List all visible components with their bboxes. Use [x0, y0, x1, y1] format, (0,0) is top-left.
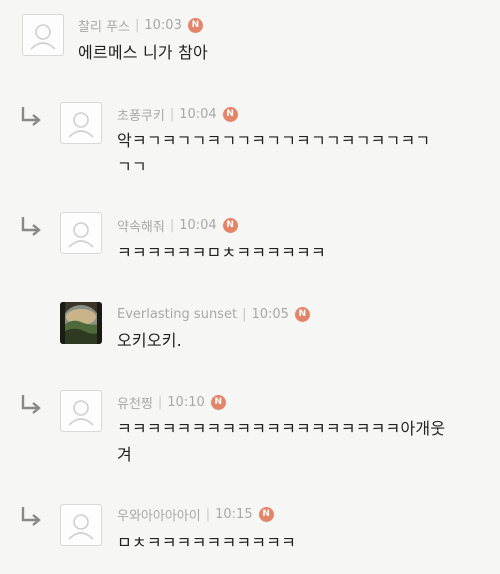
new-badge: N — [294, 306, 310, 322]
default-avatar-icon[interactable] — [60, 212, 102, 254]
comment-text: ㅁㅊㅋㅋㅋㅋㅋㅋㅋㅋㅋㅋ — [117, 533, 297, 552]
timestamp: 10:10 — [167, 394, 205, 410]
comment-meta: Everlasting sunset | 10:05 N — [117, 304, 310, 324]
comment-2: 초퐁쿠키 | 10:04 N 악ㅋㄱㅋㄱㄱㅋㄱㄱㅋㄱㄱㅋㄱㄱㅋㄱㅋㄱㅋㄱ ㄱㄱ — [0, 84, 500, 193]
comment-text-line: 악ㅋㄱㅋㄱㄱㅋㄱㄱㅋㄱㄱㅋㄱㄱㅋㄱㅋㄱㅋㄱ — [117, 131, 431, 150]
comment-text: 악ㅋㄱㅋㄱㄱㅋㄱㄱㅋㄱㄱㅋㄱㄱㅋㄱㅋㄱㅋㄱ ㄱㄱ — [117, 128, 492, 180]
author-name[interactable]: 초퐁쿠키 — [117, 105, 165, 124]
comment-meta: 약속해줘 | 10:04 N — [117, 215, 238, 235]
comment-meta: 유천찡 | 10:10 N — [117, 392, 226, 412]
comment-text-line: ㄱㄱ — [117, 157, 147, 176]
timestamp: 10:15 — [215, 506, 253, 522]
comment-5: 유천찡 | 10:10 N ㅋㅋㅋㅋㅋㅋㅋㅋㅋㅋㅋㅋㅋㅋㅋㅋㅋㅋㅋ아개웃 겨 — [0, 376, 500, 487]
author-name[interactable]: Everlasting sunset — [117, 307, 237, 322]
reply-arrow-icon — [21, 217, 41, 236]
author-name[interactable]: 찰리 푸스 — [78, 16, 130, 35]
new-badge: N — [187, 17, 203, 33]
comment-meta: 찰리 푸스 | 10:03 N — [78, 15, 203, 35]
timestamp: 10:04 — [179, 217, 217, 233]
comment-meta: 우와아아아아이 | 10:15 N — [117, 504, 274, 524]
reply-arrow-icon — [21, 507, 41, 526]
timestamp: 10:05 — [251, 306, 289, 322]
reply-arrow-icon — [21, 395, 41, 414]
author-name[interactable]: 유천찡 — [117, 393, 153, 412]
default-avatar-icon[interactable] — [60, 390, 102, 432]
timestamp: 10:03 — [144, 17, 182, 33]
comment-6: 우와아아아아이 | 10:15 N ㅁㅊㅋㅋㅋㅋㅋㅋㅋㅋㅋㅋ — [0, 486, 500, 574]
timestamp: 10:04 — [179, 106, 217, 122]
comment-text: ㅋㅋㅋㅋㅋㅋㅁㅊㅋㅋㅋㅋㅋㅋ — [117, 243, 326, 262]
author-name[interactable]: 약속해줘 — [117, 216, 165, 235]
default-avatar-icon[interactable] — [60, 504, 102, 546]
author-name[interactable]: 우와아아아아이 — [117, 505, 201, 524]
reply-arrow-icon — [21, 107, 41, 126]
new-badge: N — [258, 506, 274, 522]
comment-text-line: 겨 — [117, 445, 132, 464]
comment-text-line: ㅋㅋㅋㅋㅋㅋㅋㅋㅋㅋㅋㅋㅋㅋㅋㅋㅋㅋㅋ아개웃 — [117, 419, 446, 438]
new-badge: N — [222, 217, 238, 233]
comment-3: 약속해줘 | 10:04 N ㅋㅋㅋㅋㅋㅋㅁㅊㅋㅋㅋㅋㅋㅋ — [0, 192, 500, 285]
comment-text: 오키오키. — [117, 331, 182, 350]
default-avatar-icon[interactable] — [22, 14, 64, 56]
comment-text: ㅋㅋㅋㅋㅋㅋㅋㅋㅋㅋㅋㅋㅋㅋㅋㅋㅋㅋㅋ아개웃 겨 — [117, 416, 492, 468]
comment-text: 에르메스 니가 참아 — [78, 43, 208, 62]
default-avatar-icon[interactable] — [60, 102, 102, 144]
comment-1: 찰리 푸스 | 10:03 N 에르메스 니가 참아 — [0, 0, 500, 85]
new-badge: N — [222, 106, 238, 122]
new-badge: N — [210, 394, 226, 410]
comment-4: Everlasting sunset | 10:05 N 오키오키. — [0, 284, 500, 377]
sunset-photo-avatar[interactable] — [60, 302, 102, 344]
comment-meta: 초퐁쿠키 | 10:04 N — [117, 104, 238, 124]
